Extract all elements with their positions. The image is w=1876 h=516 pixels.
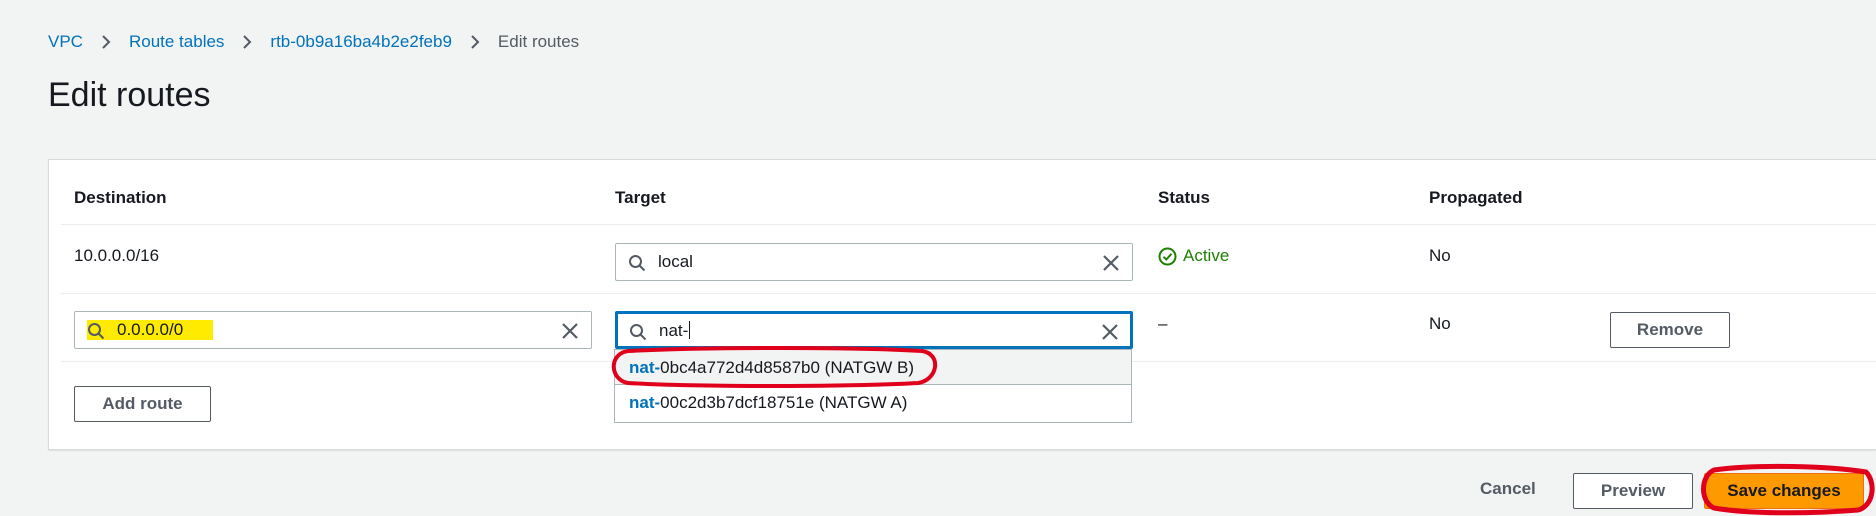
breadcrumb-current: Edit routes	[497, 32, 580, 51]
search-icon	[88, 323, 105, 340]
clear-icon[interactable]	[561, 322, 579, 340]
divider	[61, 224, 1876, 225]
target-dropdown: nat-0bc4a772d4d8587b0 (NATGW B) nat-00c2…	[614, 349, 1132, 423]
status-success-icon	[1158, 247, 1177, 265]
column-header-propagated: Propagated	[1429, 188, 1523, 207]
status-label: Active	[1183, 246, 1230, 265]
option-rest-text: 0bc4a772d4d8587b0 (NATGW B)	[660, 358, 915, 377]
option-match-text: nat-	[629, 358, 661, 377]
clear-icon[interactable]	[1101, 323, 1119, 341]
search-icon	[630, 324, 647, 341]
destination-input[interactable]: 0.0.0.0/0	[74, 311, 592, 349]
divider	[61, 293, 1876, 294]
chevron-right-icon	[243, 35, 252, 49]
status-active: Active	[1158, 246, 1229, 266]
add-route-button[interactable]: Add route	[74, 386, 211, 422]
target-value: nat-	[659, 321, 691, 341]
target-value: local	[658, 252, 693, 271]
chevron-right-icon	[102, 35, 111, 49]
propagated-value: No	[1429, 246, 1451, 265]
clear-icon[interactable]	[1102, 254, 1120, 272]
option-match-text: nat-	[629, 393, 661, 412]
target-input[interactable]: local	[615, 243, 1133, 281]
route-destination-text: 10.0.0.0/16	[74, 246, 160, 265]
page-title: Edit routes	[48, 76, 211, 114]
save-changes-button[interactable]: Save changes	[1704, 473, 1864, 509]
column-header-status: Status	[1158, 188, 1210, 207]
chevron-right-icon	[471, 35, 480, 49]
breadcrumb: VPC Route tables rtb-0b9a16ba4b2e2feb9 E…	[48, 32, 579, 52]
preview-button[interactable]: Preview	[1573, 473, 1693, 509]
cancel-button[interactable]: Cancel	[1480, 479, 1536, 499]
target-input-active[interactable]: nat-	[615, 311, 1133, 349]
dropdown-option[interactable]: nat-00c2d3b7dcf18751e (NATGW A)	[615, 385, 1131, 421]
search-icon	[629, 255, 646, 272]
destination-value: 0.0.0.0/0	[117, 320, 184, 339]
breadcrumb-route-table-id[interactable]: rtb-0b9a16ba4b2e2feb9	[270, 32, 452, 52]
remove-button[interactable]: Remove	[1610, 312, 1730, 348]
breadcrumb-vpc[interactable]: VPC	[48, 32, 83, 52]
propagated-value: No	[1429, 314, 1451, 333]
target-typed-text: nat-	[659, 321, 689, 340]
dropdown-option[interactable]: nat-0bc4a772d4d8587b0 (NATGW B)	[615, 349, 1131, 385]
status-value: –	[1158, 314, 1168, 333]
text-caret	[689, 321, 691, 339]
option-rest-text: 00c2d3b7dcf18751e (NATGW A)	[660, 393, 908, 412]
column-header-target: Target	[615, 188, 666, 207]
column-header-destination: Destination	[74, 188, 167, 207]
breadcrumb-route-tables[interactable]: Route tables	[129, 32, 224, 52]
